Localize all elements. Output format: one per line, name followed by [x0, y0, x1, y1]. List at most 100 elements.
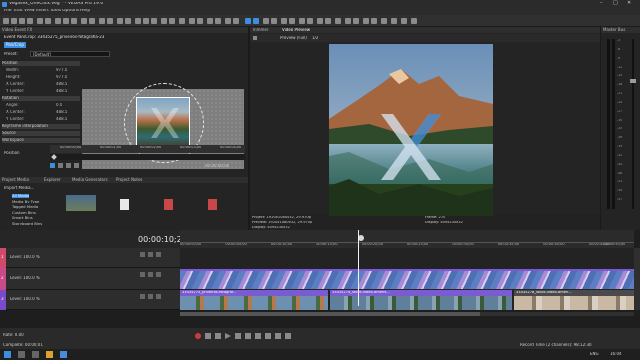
menu-view[interactable]: View	[24, 9, 35, 14]
mute-icon[interactable]	[148, 294, 153, 299]
property-group[interactable]: Position	[2, 61, 80, 66]
property-value[interactable]: 488.5	[56, 117, 67, 121]
property-row[interactable]: Y Center: 488.5	[6, 117, 80, 122]
track-header[interactable]: 1 Level: 100.0 %	[0, 248, 180, 268]
solo-icon[interactable]	[156, 272, 161, 277]
vertical-scrollbar[interactable]	[634, 248, 640, 310]
track-header[interactable]: 2 Level: 100.0 %	[0, 268, 180, 290]
fx-icon[interactable]	[140, 294, 145, 299]
solo-icon[interactable]	[156, 252, 161, 257]
scissors-icon[interactable]	[189, 18, 195, 24]
new-icon[interactable]	[3, 18, 9, 24]
select-tool-icon[interactable]	[99, 18, 105, 24]
master-fader[interactable]	[630, 39, 636, 209]
record-icon[interactable]	[195, 333, 201, 339]
paste-icon[interactable]	[71, 18, 77, 24]
horizontal-scrollbar[interactable]	[180, 312, 634, 316]
task-view-icon[interactable]	[32, 351, 39, 358]
media-bin-item[interactable]: Storyboard Bins	[12, 222, 42, 226]
share-icon[interactable]	[391, 18, 397, 24]
video-clip-3[interactable]: 33435278_stock-video-ameri...	[514, 290, 634, 310]
snap-icon[interactable]	[135, 18, 141, 24]
open-icon[interactable]	[11, 18, 17, 24]
lock-icon[interactable]	[151, 18, 157, 24]
property-value[interactable]: 0.0	[56, 103, 62, 107]
tab-pan-crop[interactable]: Pan/Crop	[4, 42, 26, 48]
media-fx-icon[interactable]	[215, 18, 221, 24]
preset-select[interactable]: [Default]	[30, 51, 110, 57]
track-lane[interactable]	[180, 268, 634, 290]
keyframe-marker-icon[interactable]	[51, 154, 57, 160]
playhead[interactable]	[358, 230, 359, 306]
split-icon[interactable]	[117, 18, 123, 24]
go-to-start-icon[interactable]	[255, 333, 261, 339]
tab-project-media[interactable]: Project Media	[2, 178, 29, 182]
menu-help[interactable]: Help	[80, 9, 90, 14]
prev-keyframe-icon[interactable]	[58, 163, 63, 168]
next-frame-icon[interactable]	[285, 333, 291, 339]
track-header[interactable]: 3 Level: 100.0 %	[0, 290, 180, 310]
property-value[interactable]: 488.5	[56, 89, 67, 93]
property-row[interactable]: Height: 977.0	[6, 75, 80, 80]
menu-insert[interactable]: Insert	[36, 9, 49, 14]
crop-frame-thumbnail[interactable]	[136, 97, 190, 149]
keyframe-ruler[interactable]: 00:00:00;00 00:00:01;00 00:00:02;00 00:0…	[50, 145, 245, 153]
mute-icon[interactable]	[148, 252, 153, 257]
mixer-icon[interactable]	[325, 18, 331, 24]
meter-icon[interactable]	[335, 18, 341, 24]
keyframe-track[interactable]	[50, 154, 245, 160]
menu-tools[interactable]: Tools	[50, 9, 61, 14]
explorer-icon[interactable]	[46, 351, 53, 358]
settings-icon[interactable]	[411, 18, 417, 24]
media-bin-item[interactable]: Custom Bins	[12, 211, 36, 215]
property-value[interactable]: 977.0	[56, 68, 67, 72]
audio-fx-icon[interactable]	[317, 18, 323, 24]
render-icon[interactable]	[37, 18, 43, 24]
preview-quality-select[interactable]: Preview (Full)	[280, 36, 307, 40]
fx-icon[interactable]	[140, 272, 145, 277]
cloud-icon[interactable]	[381, 18, 387, 24]
save-icon[interactable]	[19, 18, 25, 24]
watermark-clip[interactable]	[180, 269, 634, 289]
trim-icon[interactable]	[125, 18, 131, 24]
media-thumb-video[interactable]	[66, 195, 96, 211]
maximize-button[interactable]: □	[613, 0, 618, 6]
stop-icon[interactable]	[245, 333, 251, 339]
hdr-icon[interactable]	[363, 18, 369, 24]
save-as-icon[interactable]	[27, 18, 33, 24]
mute-icon[interactable]	[148, 272, 153, 277]
close-button[interactable]: ✕	[627, 0, 631, 6]
solo-icon[interactable]	[156, 294, 161, 299]
fx-chain-label[interactable]: Event Pan/Crop: 33435275_priveiros-fotog…	[4, 35, 104, 39]
menu-file[interactable]: File	[4, 9, 12, 14]
media-bin-item[interactable]: All Media	[12, 194, 30, 198]
track-level[interactable]: Level: 100.0 %	[10, 255, 40, 259]
scene-icon[interactable]	[289, 18, 295, 24]
region-icon[interactable]	[169, 18, 175, 24]
play-from-start-icon[interactable]	[215, 333, 221, 339]
next-keyframe-icon[interactable]	[74, 163, 79, 168]
timeline-ruler[interactable]: 00:00:00;00 00:00:05;00 00:00:10;00 00:00:1…	[180, 230, 634, 248]
menu-edit[interactable]: Edit	[14, 9, 23, 14]
preview-zoom-select[interactable]: 1/2	[312, 36, 318, 40]
track-lane[interactable]: 33435275_priveiros-fotograf... 33435274_…	[180, 290, 634, 310]
property-value[interactable]: 977.0	[56, 75, 67, 79]
tab-media-generators[interactable]: Media Generators	[72, 178, 108, 182]
marker-icon[interactable]	[161, 18, 167, 24]
property-group[interactable]: Workspace	[2, 138, 80, 143]
property-row[interactable]: Angle: 0.0	[6, 103, 80, 108]
delete-icon[interactable]	[197, 18, 203, 24]
property-group[interactable]: Source	[2, 131, 80, 136]
copy-icon[interactable]	[63, 18, 69, 24]
help-icon[interactable]	[401, 18, 407, 24]
ripple-icon[interactable]	[143, 18, 149, 24]
pause-icon[interactable]	[235, 333, 241, 339]
minimize-button[interactable]: –	[600, 0, 603, 6]
color-icon[interactable]	[263, 18, 269, 24]
project-properties-icon[interactable]	[253, 36, 257, 40]
sync-cursor-icon[interactable]	[50, 163, 55, 168]
crossfade-icon[interactable]	[179, 18, 185, 24]
media-bin-item[interactable]: Tagged Media	[12, 205, 38, 209]
grid-icon[interactable]	[225, 18, 231, 24]
add-keyframe-icon[interactable]	[66, 163, 71, 168]
